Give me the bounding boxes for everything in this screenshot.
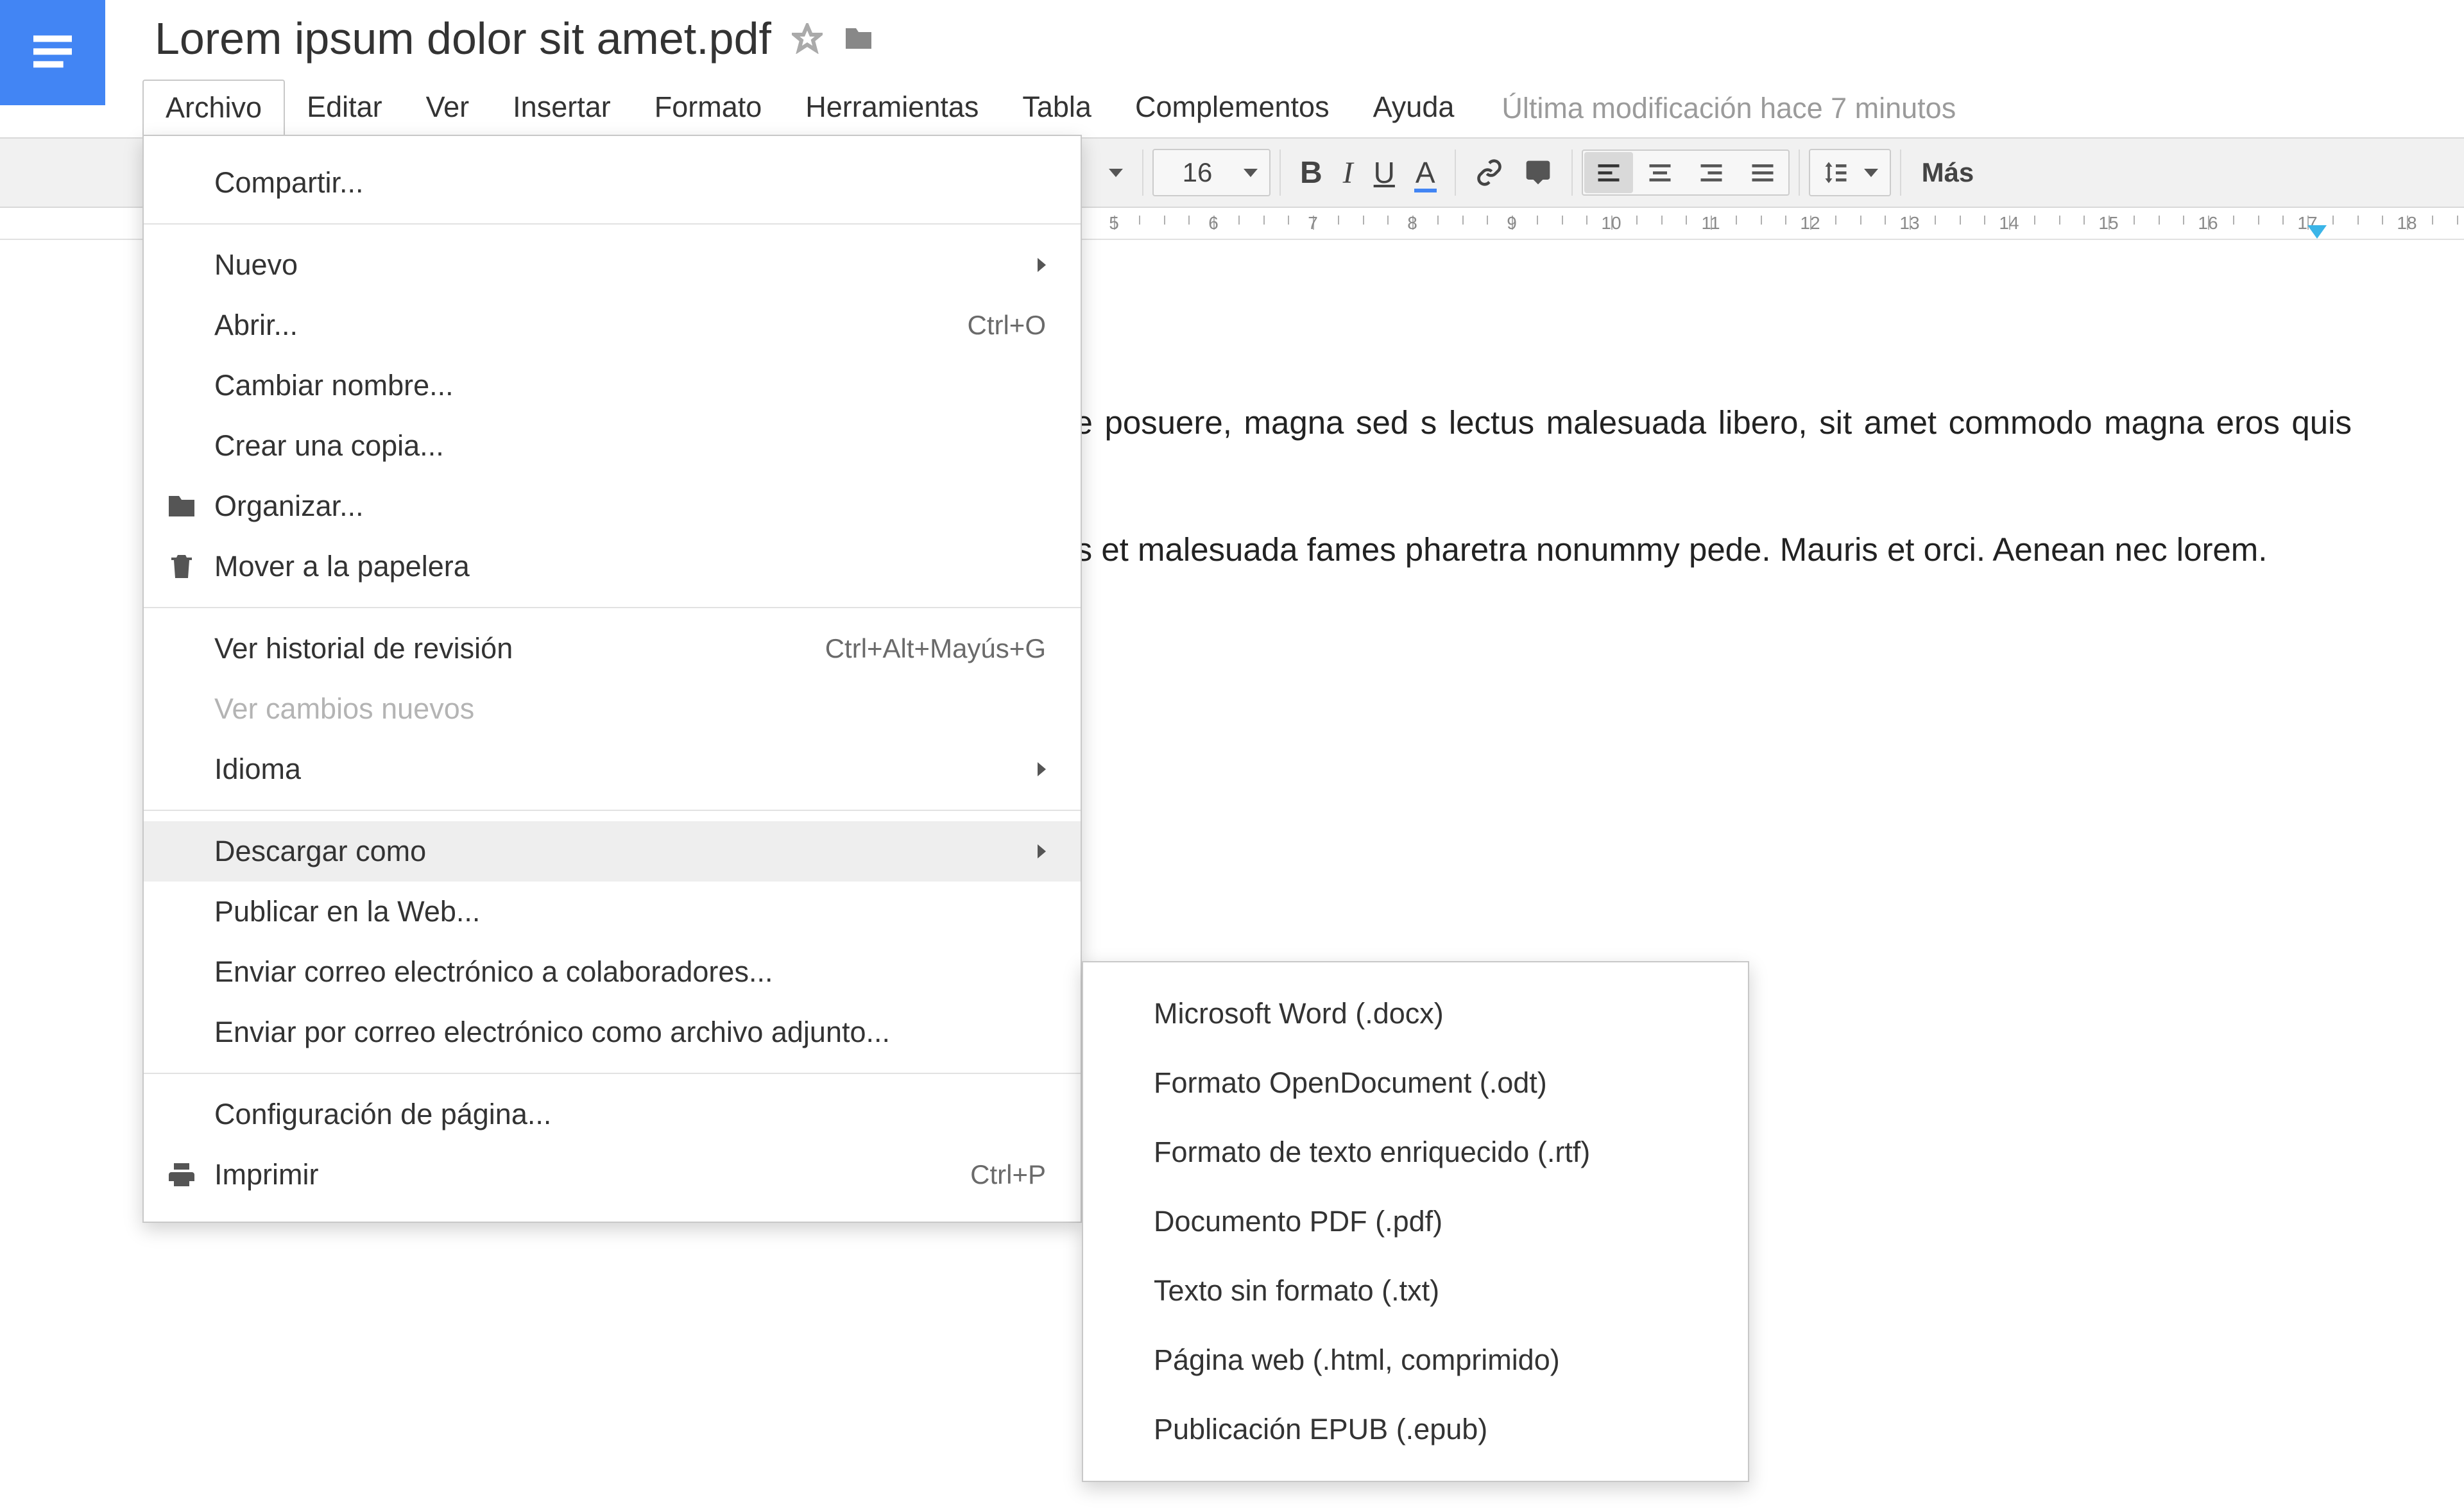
file-menu-make-copy[interactable]: Crear una copia... xyxy=(144,416,1081,476)
docs-logo[interactable] xyxy=(0,0,105,105)
file-menu-revision-history[interactable]: Ver historial de revisiónCtrl+Alt+Mayús+… xyxy=(144,618,1081,679)
text-color-button[interactable]: A xyxy=(1405,149,1446,196)
ruler-tick-label: 7 xyxy=(1308,213,1318,234)
toolbar-more-label: Más xyxy=(1922,157,1974,188)
menu-editar[interactable]: Editar xyxy=(285,80,404,137)
ruler-tick-label: 16 xyxy=(2198,213,2218,234)
download-txt[interactable]: Texto sin formato (.txt) xyxy=(1083,1256,1748,1326)
file-menu-share[interactable]: Compartir... xyxy=(144,153,1081,213)
submenu-caret-icon xyxy=(1038,844,1046,858)
print-icon xyxy=(166,1159,198,1191)
menu-formato[interactable]: Formato xyxy=(633,80,784,137)
ruler-tick-label: 6 xyxy=(1208,213,1219,234)
file-menu-organize[interactable]: Organizar... xyxy=(144,476,1081,536)
submenu-caret-icon xyxy=(1038,258,1046,272)
shortcut-label: Ctrl+P xyxy=(970,1159,1046,1190)
file-menu-download-as[interactable]: Descargar como xyxy=(144,821,1081,882)
ruler-tick-label: 10 xyxy=(1601,213,1621,234)
download-as-submenu: Microsoft Word (.docx) Formato OpenDocum… xyxy=(1082,961,1749,1482)
trash-icon xyxy=(166,550,198,583)
ruler-tick-label: 15 xyxy=(2098,213,2118,234)
star-icon[interactable] xyxy=(792,13,823,64)
download-odt[interactable]: Formato OpenDocument (.odt) xyxy=(1083,1048,1748,1118)
folder-icon xyxy=(166,490,198,522)
file-menu-language[interactable]: Idioma xyxy=(144,739,1081,799)
file-menu-new-changes: Ver cambios nuevos xyxy=(144,679,1081,739)
file-menu-trash[interactable]: Mover a la papelera xyxy=(144,536,1081,597)
document-title[interactable]: Lorem ipsum dolor sit amet.pdf xyxy=(155,13,771,64)
file-menu-open[interactable]: Abrir...Ctrl+O xyxy=(144,295,1081,355)
file-menu-page-setup[interactable]: Configuración de página... xyxy=(144,1084,1081,1145)
download-epub[interactable]: Publicación EPUB (.epub) xyxy=(1083,1395,1748,1464)
menu-herramientas[interactable]: Herramientas xyxy=(783,80,1000,137)
menu-ayuda[interactable]: Ayuda xyxy=(1351,80,1476,137)
ruler-tick-label: 11 xyxy=(1701,213,1720,234)
font-size-selector[interactable]: 16 xyxy=(1152,149,1270,196)
menu-separator xyxy=(144,607,1081,608)
underline-button[interactable]: U xyxy=(1364,149,1405,196)
ruler-tick-label: 9 xyxy=(1507,213,1517,234)
italic-button[interactable]: I xyxy=(1333,149,1364,196)
move-folder-icon[interactable] xyxy=(843,13,874,64)
line-spacing-button[interactable] xyxy=(1809,149,1891,196)
file-menu-dropdown: Compartir... Nuevo Abrir...Ctrl+O Cambia… xyxy=(142,135,1082,1223)
ruler-tick-label: 5 xyxy=(1109,213,1119,234)
download-pdf[interactable]: Documento PDF (.pdf) xyxy=(1083,1187,1748,1256)
align-center-button[interactable] xyxy=(1636,152,1684,193)
toolbar-dropdown-generic[interactable] xyxy=(1084,149,1133,196)
download-html[interactable]: Página web (.html, comprimido) xyxy=(1083,1326,1748,1395)
ruler-indent-marker[interactable] xyxy=(2307,225,2327,246)
ruler-tick-label: 8 xyxy=(1407,213,1417,234)
menu-complementos[interactable]: Complementos xyxy=(1113,80,1351,137)
align-group xyxy=(1582,149,1790,196)
menu-separator xyxy=(144,1073,1081,1074)
ruler-tick-label: 13 xyxy=(1899,213,1919,234)
align-left-button[interactable] xyxy=(1584,152,1633,193)
file-menu-email-attachment[interactable]: Enviar por correo electrónico como archi… xyxy=(144,1002,1081,1062)
ruler-tick-label: 14 xyxy=(1999,213,2019,234)
ruler-tick-label: 12 xyxy=(1800,213,1820,234)
last-modified-label[interactable]: Última modificación hace 7 minutos xyxy=(1502,92,1956,125)
insert-link-button[interactable] xyxy=(1465,149,1514,196)
docs-logo-icon xyxy=(27,27,78,78)
submenu-caret-icon xyxy=(1038,762,1046,776)
insert-comment-button[interactable] xyxy=(1514,149,1562,196)
shortcut-label: Ctrl+Alt+Mayús+G xyxy=(825,633,1046,664)
menu-tabla[interactable]: Tabla xyxy=(1000,80,1113,137)
file-menu-email-collaborators[interactable]: Enviar correo electrónico a colaboradore… xyxy=(144,942,1081,1002)
shortcut-label: Ctrl+O xyxy=(967,310,1046,341)
menu-separator xyxy=(144,223,1081,225)
menu-separator xyxy=(144,810,1081,811)
download-rtf[interactable]: Formato de texto enriquecido (.rtf) xyxy=(1083,1118,1748,1187)
file-menu-print[interactable]: ImprimirCtrl+P xyxy=(144,1145,1081,1205)
menu-archivo[interactable]: Archivo xyxy=(142,80,285,137)
menu-ver[interactable]: Ver xyxy=(404,80,492,137)
menu-bar: Archivo Editar Ver Insertar Formato Herr… xyxy=(142,80,1956,137)
file-menu-new[interactable]: Nuevo xyxy=(144,235,1081,295)
download-docx[interactable]: Microsoft Word (.docx) xyxy=(1083,979,1748,1048)
align-right-button[interactable] xyxy=(1687,152,1736,193)
align-justify-button[interactable] xyxy=(1738,152,1787,193)
bold-button[interactable]: B xyxy=(1290,149,1333,196)
file-menu-rename[interactable]: Cambiar nombre... xyxy=(144,355,1081,416)
menu-insertar[interactable]: Insertar xyxy=(491,80,633,137)
font-size-value: 16 xyxy=(1165,157,1229,188)
file-menu-publish-web[interactable]: Publicar en la Web... xyxy=(144,882,1081,942)
toolbar-more-button[interactable]: Más xyxy=(1910,157,1995,188)
ruler-tick-label: 18 xyxy=(2397,213,2417,234)
